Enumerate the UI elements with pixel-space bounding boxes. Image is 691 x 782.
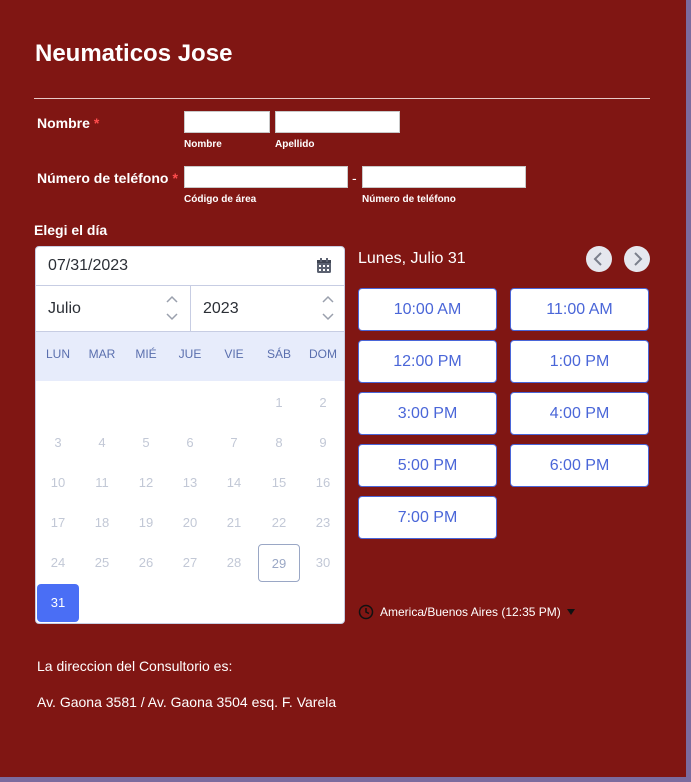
time-slot-button[interactable]: 11:00 AM bbox=[510, 288, 649, 331]
calendar-day: 6 bbox=[186, 435, 194, 450]
calendar-day: 15 bbox=[271, 475, 287, 490]
calendar-day: 24 bbox=[50, 555, 66, 570]
spinner-arrows-icon[interactable] bbox=[166, 294, 178, 327]
phone-number-sublabel: Número de teléfono bbox=[362, 194, 456, 205]
time-slot-button[interactable]: 4:00 PM bbox=[510, 392, 649, 435]
first-name-sublabel: Nombre bbox=[184, 139, 222, 150]
phone-label-text: Número de teléfono bbox=[37, 170, 169, 186]
name-label-text: Nombre bbox=[37, 115, 90, 131]
weekday-header: LUN MAR MIÉ JUE VIE SÁB DOM bbox=[36, 332, 344, 381]
address-intro: La direccion del Consultorio es: bbox=[37, 658, 233, 674]
weekday-label: JUE bbox=[178, 347, 202, 361]
name-label: Nombre * bbox=[37, 115, 99, 131]
calendar-day: 13 bbox=[182, 475, 198, 490]
calendar-day: 29 bbox=[258, 544, 300, 582]
calendar-day: 11 bbox=[95, 475, 109, 490]
form-container: Neumaticos Jose Nombre * Nombre Apellido … bbox=[0, 0, 686, 777]
time-slot-button[interactable]: 6:00 PM bbox=[510, 444, 649, 487]
next-day-button[interactable] bbox=[624, 246, 650, 272]
weekday-label: MIÉ bbox=[135, 347, 157, 361]
first-name-input[interactable] bbox=[184, 111, 270, 133]
calendar-day: 26 bbox=[138, 555, 154, 570]
calendar-day: 12 bbox=[138, 475, 154, 490]
calendar-day: 10 bbox=[50, 475, 66, 490]
timezone-selector[interactable]: America/Buenos Aires (12:35 PM) bbox=[358, 604, 575, 620]
time-slot-button[interactable]: 12:00 PM bbox=[358, 340, 497, 383]
time-slot-button[interactable]: 7:00 PM bbox=[358, 496, 497, 539]
calendar-icon[interactable] bbox=[316, 258, 332, 279]
calendar-day: 19 bbox=[138, 515, 154, 530]
calendar-day: 3 bbox=[54, 435, 62, 450]
month-value: Julio bbox=[48, 300, 81, 317]
form-title: Neumaticos Jose bbox=[35, 40, 233, 67]
calendar-day: 18 bbox=[94, 515, 110, 530]
calendar-day: 28 bbox=[226, 555, 242, 570]
calendar-day: 23 bbox=[315, 515, 331, 530]
calendar-day: 25 bbox=[94, 555, 110, 570]
selected-day-title: Lunes, Julio 31 bbox=[358, 250, 466, 267]
calendar-day: 5 bbox=[142, 435, 150, 450]
date-label: Elegi el día bbox=[34, 222, 108, 238]
calendar-day: 16 bbox=[315, 475, 331, 490]
last-name-sublabel: Apellido bbox=[275, 139, 315, 150]
required-mark: * bbox=[172, 170, 178, 186]
calendar-day: 4 bbox=[98, 435, 106, 450]
phone-label: Número de teléfono * bbox=[37, 170, 178, 186]
calendar-day: 9 bbox=[319, 435, 327, 450]
time-slot-button[interactable]: 10:00 AM bbox=[358, 288, 497, 331]
date-input[interactable]: 07/31/2023 bbox=[36, 247, 344, 286]
calendar-day: 20 bbox=[182, 515, 198, 530]
time-slot-button[interactable]: 3:00 PM bbox=[358, 392, 497, 435]
last-name-input[interactable] bbox=[275, 111, 400, 133]
weekday-label: LUN bbox=[45, 347, 70, 361]
caret-down-icon bbox=[566, 609, 575, 615]
calendar-day: 14 bbox=[226, 475, 242, 490]
clock-icon bbox=[358, 604, 374, 620]
prev-day-button[interactable] bbox=[586, 246, 612, 272]
calendar-day: 7 bbox=[230, 435, 238, 450]
time-slot-button[interactable]: 1:00 PM bbox=[510, 340, 649, 383]
phone-separator: - bbox=[352, 170, 357, 186]
calendar-day: 1 bbox=[275, 395, 283, 410]
weekday-label: DOM bbox=[309, 347, 337, 361]
calendar-day: 27 bbox=[182, 555, 198, 570]
calendar-day: 8 bbox=[275, 435, 283, 450]
chevron-left-icon bbox=[593, 252, 602, 266]
calendar-day: 30 bbox=[315, 555, 331, 570]
address-text: Av. Gaona 3581 / Av. Gaona 3504 esq. F. … bbox=[37, 694, 337, 710]
calendar-day: 22 bbox=[271, 515, 287, 530]
calendar-day: 2 bbox=[319, 395, 327, 410]
month-select[interactable]: Julio bbox=[36, 286, 191, 332]
chevron-right-icon bbox=[634, 252, 643, 266]
weekday-label: SÁB bbox=[266, 347, 291, 361]
required-mark: * bbox=[93, 115, 100, 131]
weekday-label: MAR bbox=[88, 347, 116, 361]
calendar-widget: 07/31/2023 Julio 2023 LUN MAR MIÉ JUE VI… bbox=[35, 246, 345, 624]
month-year-selectors: Julio 2023 bbox=[36, 286, 344, 332]
phone-number-input[interactable] bbox=[362, 166, 526, 188]
divider bbox=[34, 98, 650, 99]
area-code-sublabel: Código de área bbox=[184, 194, 257, 205]
weekday-label: VIE bbox=[224, 347, 244, 361]
year-value: 2023 bbox=[203, 300, 239, 317]
calendar-day[interactable]: 31 bbox=[37, 584, 79, 622]
time-slot-button[interactable]: 5:00 PM bbox=[358, 444, 497, 487]
spinner-arrows-icon[interactable] bbox=[322, 294, 334, 327]
calendar-day: 21 bbox=[226, 515, 242, 530]
year-select[interactable]: 2023 bbox=[191, 286, 344, 332]
date-value: 07/31/2023 bbox=[48, 257, 129, 274]
area-code-input[interactable] bbox=[184, 166, 348, 188]
timezone-text: America/Buenos Aires (12:35 PM) bbox=[380, 605, 561, 619]
calendar-day: 17 bbox=[50, 515, 66, 530]
